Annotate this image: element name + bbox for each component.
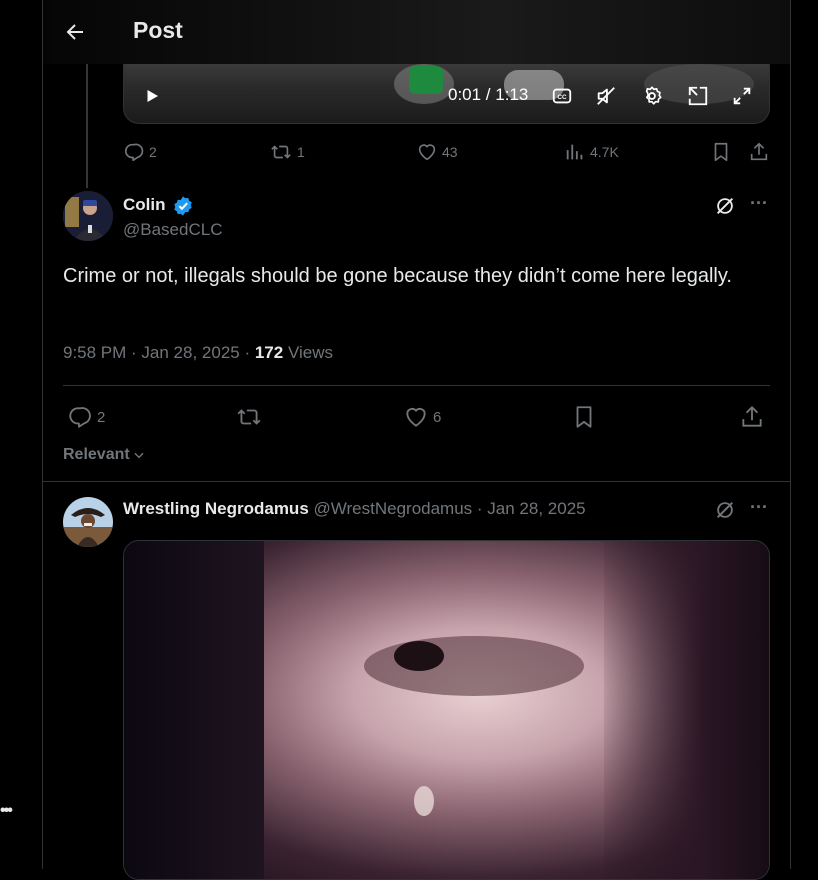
- post-date[interactable]: · Jan 28, 2025: [472, 499, 586, 518]
- views-label: Views: [283, 343, 333, 362]
- like-button[interactable]: 43: [416, 141, 458, 163]
- avatar[interactable]: [63, 191, 113, 241]
- more-icon[interactable]: ···: [748, 194, 770, 218]
- grok-icon[interactable]: [714, 195, 736, 217]
- image-region: [414, 786, 434, 816]
- sort-label: Relevant: [63, 446, 130, 463]
- author-name[interactable]: Wrestling Negrodamus: [123, 499, 309, 518]
- chevron-down-icon: [134, 452, 144, 459]
- like-count: 43: [442, 144, 458, 160]
- views-button[interactable]: 4.7K: [564, 141, 619, 163]
- reply-header: Wrestling Negrodamus @WrestNegrodamus · …: [123, 499, 586, 519]
- author-handle[interactable]: @WrestNegrodamus: [314, 499, 473, 518]
- reply-count: 2: [149, 144, 157, 160]
- share-icon: [750, 142, 768, 161]
- play-icon[interactable]: [140, 84, 164, 108]
- bookmark-icon: [714, 142, 728, 162]
- share-button[interactable]: [739, 404, 765, 430]
- like-button[interactable]: 6: [403, 404, 441, 430]
- thread-line: [86, 64, 88, 188]
- settings-icon[interactable]: [640, 84, 664, 108]
- fullscreen-icon[interactable]: [730, 84, 754, 108]
- repost-button[interactable]: 1: [269, 141, 305, 163]
- video-timestamp: 0:01 / 1:13: [448, 85, 529, 104]
- image-region: [394, 641, 444, 671]
- reply-button[interactable]: 2: [67, 404, 105, 430]
- verified-icon: [172, 195, 194, 217]
- captions-icon[interactable]: CC: [550, 84, 574, 108]
- column-border-left: [42, 0, 43, 869]
- sort-dropdown[interactable]: Relevant: [63, 446, 146, 464]
- video-frame: [409, 66, 443, 94]
- views-icon: [566, 144, 583, 160]
- sidebar-more-icon[interactable]: •••: [0, 801, 16, 821]
- repost-count: 1: [297, 144, 305, 160]
- repost-icon: [237, 409, 261, 425]
- views-count: 172: [254, 343, 284, 362]
- post-media-image[interactable]: [123, 540, 770, 880]
- image-region: [604, 541, 769, 879]
- column-border-right: [790, 0, 791, 869]
- bookmark-icon: [576, 406, 592, 428]
- share-icon: [742, 405, 762, 427]
- reply-icon: [124, 143, 144, 162]
- author-handle[interactable]: @BasedCLC: [123, 220, 222, 240]
- post-text: Crime or not, illegals should be gone be…: [63, 265, 732, 287]
- avatar-image: [63, 497, 113, 547]
- image-region: [124, 541, 264, 879]
- bookmark-button[interactable]: [571, 404, 597, 430]
- like-icon: [418, 144, 436, 161]
- reply-icon: [69, 407, 91, 428]
- video-player[interactable]: [123, 64, 770, 124]
- pip-icon[interactable]: [686, 84, 710, 108]
- divider: [63, 385, 770, 386]
- svg-text:CC: CC: [557, 94, 567, 101]
- views-count: 4.7K: [590, 144, 619, 160]
- like-count: 6: [433, 408, 442, 426]
- author-name[interactable]: Colin: [123, 195, 166, 215]
- image-region: [364, 636, 584, 696]
- back-arrow-icon[interactable]: [63, 20, 87, 44]
- repost-icon: [271, 145, 291, 159]
- like-icon: [406, 408, 426, 427]
- avatar-image: [63, 191, 113, 241]
- divider: [43, 481, 790, 482]
- mute-icon[interactable]: [594, 84, 618, 108]
- avatar[interactable]: [63, 497, 113, 547]
- post-timestamp[interactable]: 9:58 PM · Jan 28, 2025 ·: [63, 343, 255, 362]
- grok-icon[interactable]: [714, 499, 736, 521]
- share-button[interactable]: [748, 141, 770, 163]
- repost-button[interactable]: [235, 404, 263, 430]
- reply-count: 2: [97, 408, 106, 426]
- reply-button[interactable]: 2: [123, 141, 157, 163]
- bookmark-button[interactable]: [710, 141, 732, 163]
- post-meta: 9:58 PM · Jan 28, 2025 · 172 Views: [63, 343, 333, 363]
- more-icon[interactable]: ···: [748, 498, 770, 522]
- page-title: Post: [133, 17, 183, 43]
